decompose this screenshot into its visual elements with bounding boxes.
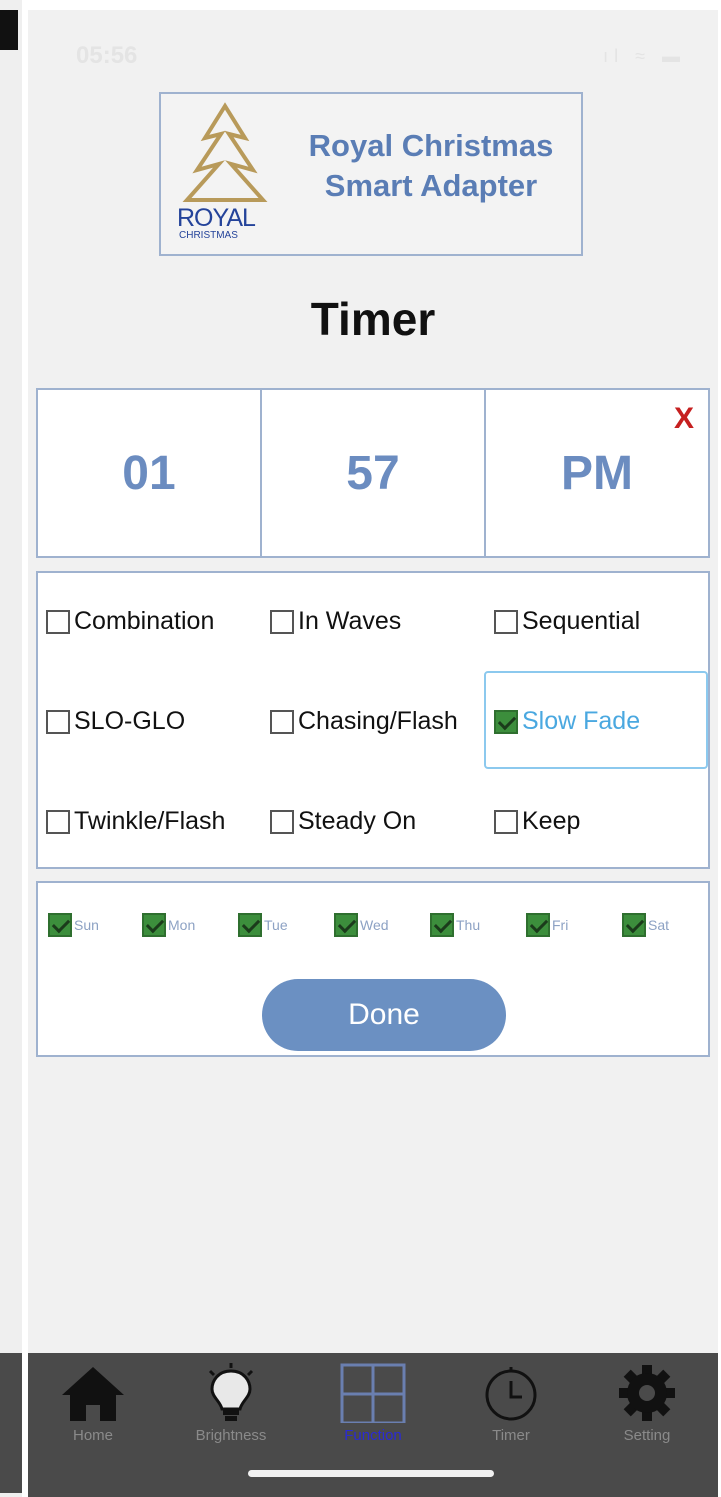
mode-options: Combination In Waves Sequential SLO-GLO … (36, 571, 710, 869)
tab-home[interactable]: Home (38, 1363, 148, 1444)
mode-label: Slow Fade (522, 707, 641, 735)
checkbox-icon (46, 809, 70, 834)
day-wed[interactable]: Wed (334, 913, 389, 937)
mode-option-slo-glo[interactable]: SLO-GLO (46, 707, 185, 736)
mode-label: In Waves (298, 607, 402, 635)
page-title: Timer (310, 293, 436, 345)
checked-checkbox-icon (238, 913, 262, 937)
checked-checkbox-icon (622, 913, 646, 937)
mode-option-chasing-flash[interactable]: Chasing/Flash (270, 707, 458, 736)
mode-label: Steady On (298, 807, 417, 835)
logo-title: Royal Christmas Smart Adapter (281, 126, 581, 206)
minute-picker[interactable]: 57 (262, 390, 486, 556)
checked-checkbox-icon (494, 709, 518, 734)
mode-label: Sequential (522, 607, 641, 635)
mode-label: SLO-GLO (74, 707, 186, 735)
logo-brand-sub: CHRISTMAS (179, 230, 238, 241)
period-picker[interactable]: PM X (486, 390, 708, 556)
period-value: PM (561, 446, 633, 500)
days-selector: Sun Mon Tue Wed Thu Fri Sat Done (36, 881, 710, 1057)
tab-label: Home (72, 1427, 113, 1444)
tab-function[interactable]: Function (318, 1363, 428, 1444)
tab-timer[interactable]: Timer (456, 1363, 566, 1444)
mode-option-combination[interactable]: Combination (46, 607, 214, 636)
mode-label: Twinkle/Flash (74, 807, 226, 835)
checkbox-icon (494, 809, 518, 834)
checked-checkbox-icon (526, 913, 550, 937)
mode-option-steady-on[interactable]: Steady On (270, 807, 416, 836)
status-time: 05:56 (76, 42, 138, 69)
day-label: Tue (264, 917, 288, 933)
checked-checkbox-icon (334, 913, 358, 937)
day-label: Sat (648, 917, 670, 933)
app-screen: 05:56 ıl ≈ ▬ ROYAL CHRISTMAS Royal Chris… (28, 10, 718, 1497)
mode-option-in-waves[interactable]: In Waves (270, 607, 401, 636)
grid-icon (338, 1363, 408, 1425)
logo-title-line2: Smart Adapter (324, 168, 538, 203)
day-fri[interactable]: Fri (526, 913, 568, 937)
logo-banner: ROYAL CHRISTMAS Royal Christmas Smart Ad… (159, 92, 583, 256)
background-app-tabbar (0, 1353, 22, 1493)
logo-title-line1: Royal Christmas (308, 128, 554, 163)
mode-label: Chasing/Flash (298, 707, 458, 735)
checkbox-icon (46, 609, 70, 634)
checkbox-icon (270, 609, 294, 634)
background-app-header (0, 10, 18, 50)
day-thu[interactable]: Thu (430, 913, 480, 937)
day-label: Wed (360, 917, 389, 933)
mode-option-sequential[interactable]: Sequential (494, 607, 640, 636)
christmas-tree-icon (182, 102, 268, 202)
hour-picker[interactable]: 01 (38, 390, 262, 556)
status-icons: ıl ≈ ▬ (603, 46, 686, 66)
day-sat[interactable]: Sat (622, 913, 669, 937)
home-icon (58, 1363, 128, 1423)
tab-label: Timer (492, 1427, 530, 1444)
gear-icon (612, 1363, 682, 1423)
day-mon[interactable]: Mon (142, 913, 195, 937)
checkbox-icon (494, 609, 518, 634)
lightbulb-icon (196, 1363, 266, 1423)
tab-label: Function (344, 1427, 402, 1444)
day-label: Sun (74, 917, 99, 933)
time-picker: 01 57 PM X (36, 388, 710, 558)
mode-option-keep[interactable]: Keep (494, 807, 580, 836)
checkbox-icon (270, 709, 294, 734)
mode-label: Keep (522, 807, 581, 835)
mode-option-slow-fade[interactable]: Slow Fade (494, 707, 640, 736)
tab-label: Setting (623, 1427, 671, 1444)
mode-label: Combination (74, 607, 215, 635)
checked-checkbox-icon (430, 913, 454, 937)
day-sun[interactable]: Sun (48, 913, 99, 937)
logo-brand: ROYAL (177, 204, 256, 232)
mode-option-twinkle-flash[interactable]: Twinkle/Flash (46, 807, 225, 836)
clock-icon (476, 1363, 546, 1423)
day-label: Fri (552, 917, 569, 933)
checkbox-icon (46, 709, 70, 734)
close-button[interactable]: X (674, 402, 694, 436)
day-tue[interactable]: Tue (238, 913, 288, 937)
tab-label: Brightness (195, 1427, 267, 1444)
checked-checkbox-icon (142, 913, 166, 937)
done-button[interactable]: Done (262, 979, 506, 1051)
checkbox-icon (270, 809, 294, 834)
checked-checkbox-icon (48, 913, 72, 937)
home-indicator[interactable] (248, 1470, 494, 1477)
day-label: Thu (456, 917, 481, 933)
day-label: Mon (168, 917, 196, 933)
background-app-strip (0, 0, 22, 1497)
tab-setting[interactable]: Setting (592, 1363, 702, 1444)
tab-brightness[interactable]: Brightness (176, 1363, 286, 1444)
